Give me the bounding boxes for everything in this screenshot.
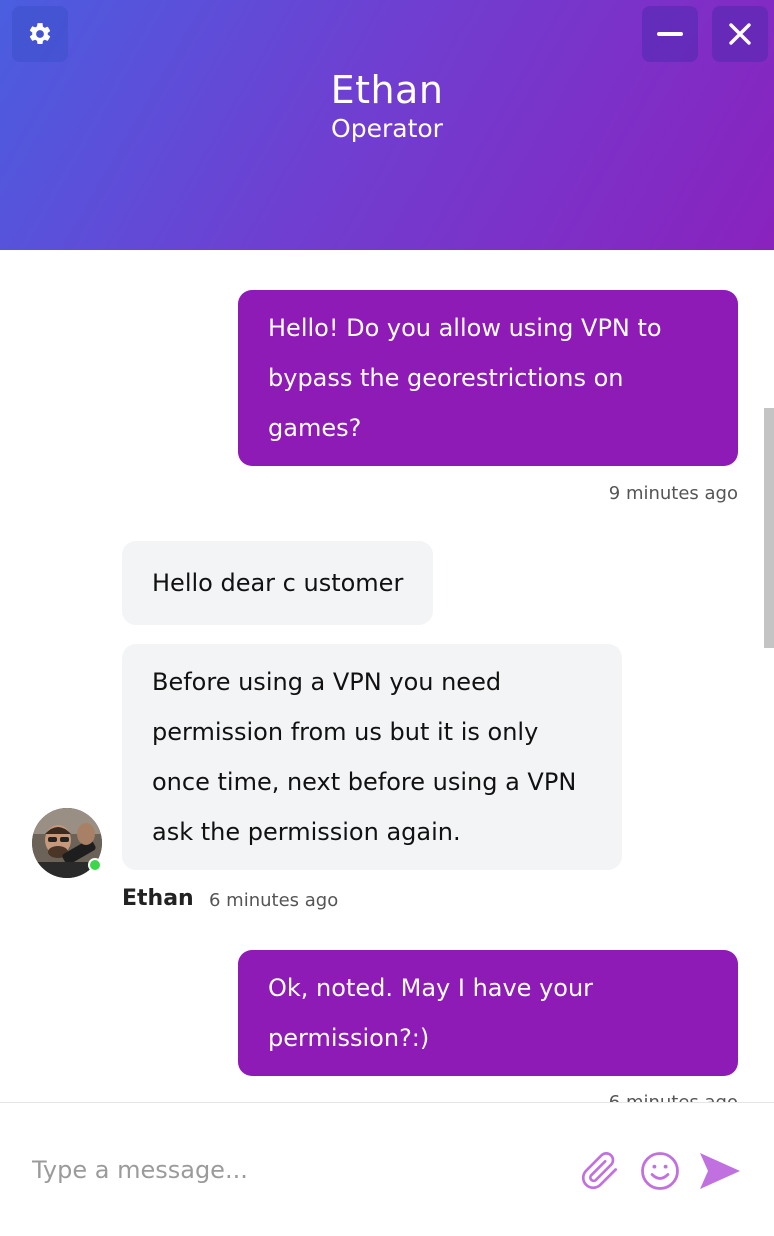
paperclip-icon [581,1152,617,1190]
sender-name: Ethan [122,886,194,911]
close-button[interactable] [712,6,768,62]
message-text: Hello! Do you allow using VPN to bypass … [268,314,662,442]
attach-button[interactable] [578,1149,622,1193]
agent-role: Operator [331,114,443,143]
message-timestamp: 6 minutes ago [209,890,339,911]
send-icon [700,1153,740,1189]
message-input[interactable] [32,1149,552,1191]
close-icon [729,23,751,45]
message-text: Ok, noted. May I have your permission?:) [268,974,594,1052]
smiley-icon [641,1152,679,1190]
agent-name: Ethan [330,68,444,112]
message-text: Hello dear c ustomer [152,569,404,597]
agent-avatar [32,808,102,878]
send-button[interactable] [698,1149,742,1193]
gear-icon [29,23,51,44]
incoming-message-bubble: Before using a VPN you need permission f… [122,644,622,870]
outgoing-message-bubble: Ok, noted. May I have your permission?:) [238,950,738,1076]
chat-scrollbar[interactable] [764,408,774,648]
settings-button[interactable] [12,6,68,62]
emoji-button[interactable] [638,1149,682,1193]
message-timestamp: 9 minutes ago [608,483,738,504]
message-text: Before using a VPN you need permission f… [152,668,577,846]
message-list[interactable]: Hello! Do you allow using VPN to bypass … [0,250,774,1102]
incoming-message-bubble: Hello dear c ustomer [122,541,434,625]
outgoing-message-bubble: Hello! Do you allow using VPN to bypass … [238,290,738,466]
minimize-button[interactable] [642,6,698,62]
message-composer [0,1102,774,1236]
message-timestamp: 6 minutes ago [538,1092,738,1102]
chat-header: Ethan Operator [0,0,774,250]
online-status-indicator [88,858,102,872]
minimize-icon [657,32,683,36]
